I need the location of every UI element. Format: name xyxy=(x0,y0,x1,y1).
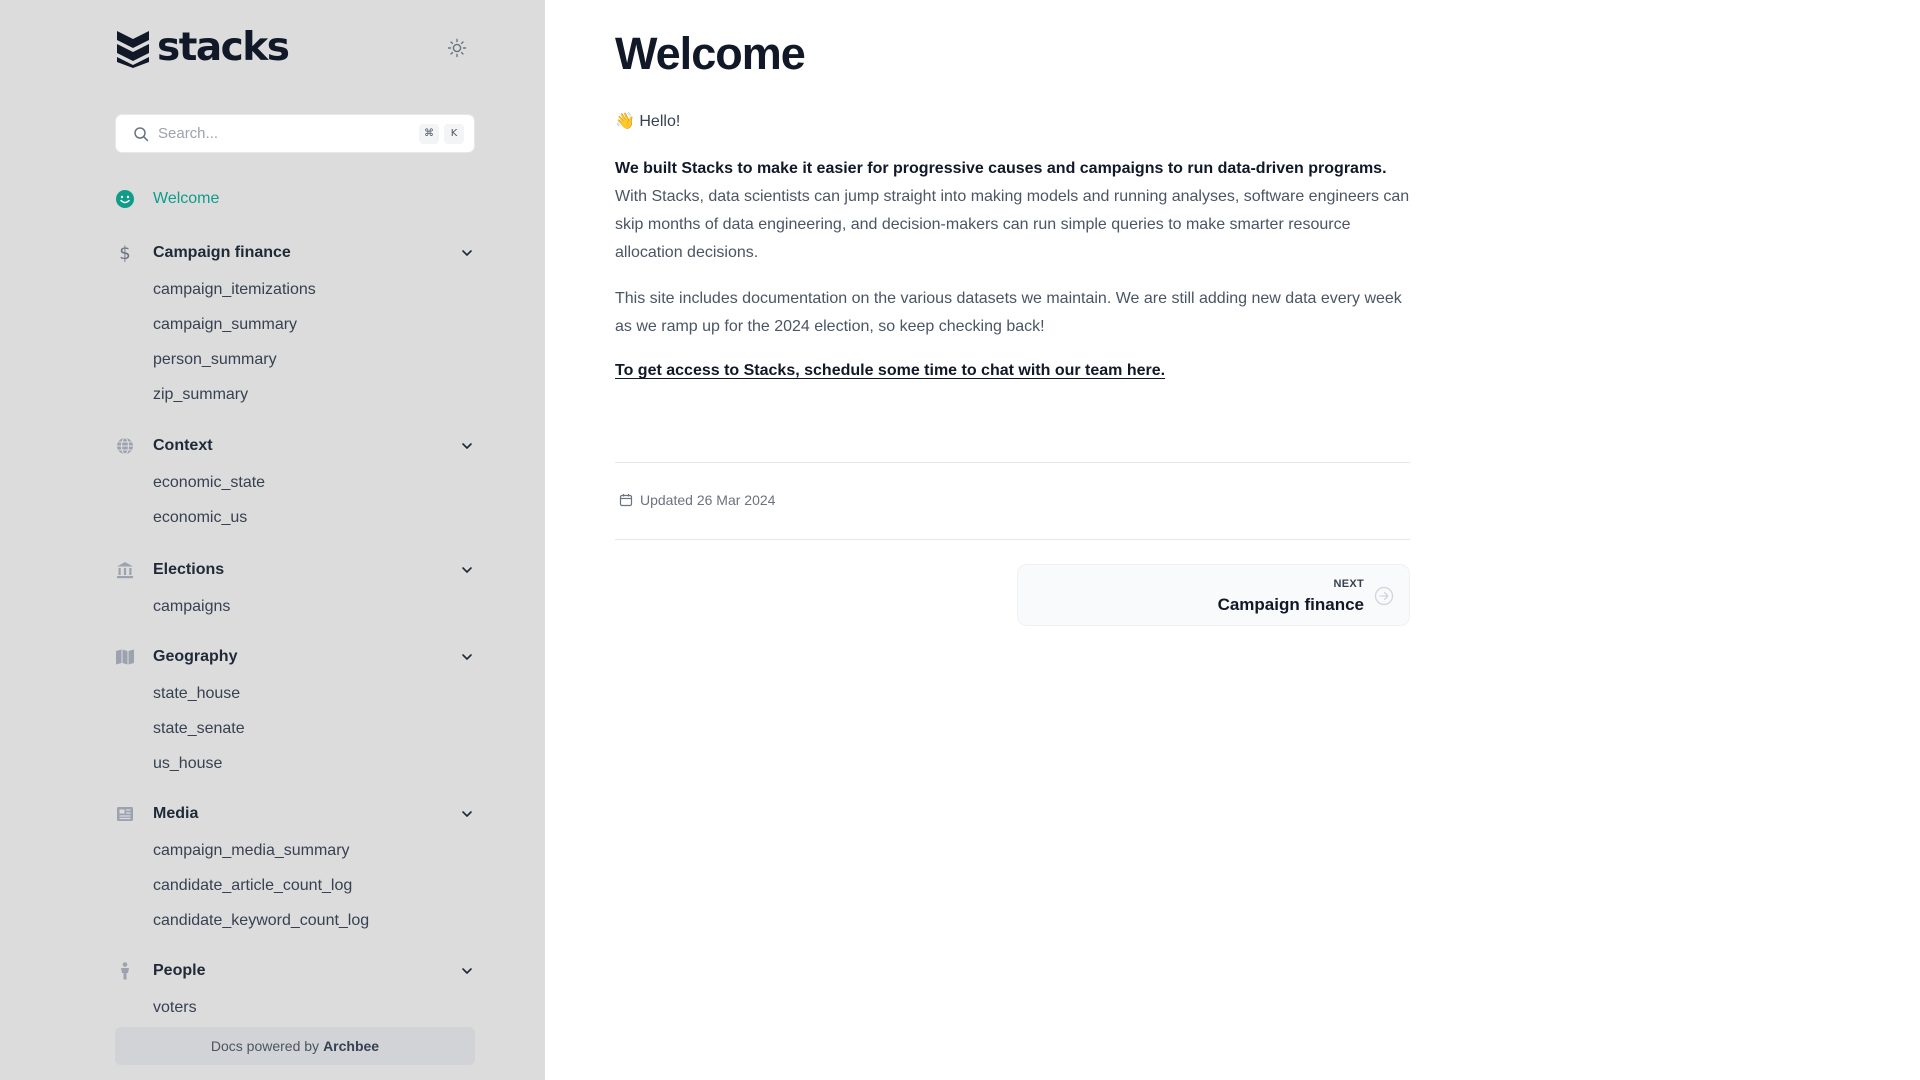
sidebar-section-people: People voters xyxy=(115,958,475,1025)
updated-info: Updated 26 Mar 2024 xyxy=(619,492,775,508)
chevron-down-icon[interactable] xyxy=(459,438,475,454)
sidebar-section-label: Elections xyxy=(153,561,225,578)
sidebar-section-label: Campaign finance xyxy=(153,244,291,261)
sidebar-item-us-house[interactable]: us_house xyxy=(115,746,475,781)
stacks-logo-icon xyxy=(117,31,149,68)
sidebar-section-toggle[interactable]: Elections xyxy=(115,557,475,583)
sidebar-section-campaign-finance: $ Campaign finance campaign_itemizations… xyxy=(115,240,475,412)
smile-icon xyxy=(116,190,134,208)
info-paragraph: This site includes documentation on the … xyxy=(615,290,1402,335)
shortcut-cmd-key: ⌘ xyxy=(419,123,439,144)
chevron-down-icon[interactable] xyxy=(459,245,475,261)
sidebar-item-welcome[interactable]: Welcome xyxy=(115,186,219,212)
arrow-right-circle-icon xyxy=(1374,586,1394,606)
sidebar-item-economic-us[interactable]: economic_us xyxy=(115,500,475,535)
greeting: 👋 Hello! xyxy=(615,111,680,131)
shortcut-k-key: K xyxy=(444,123,464,144)
person-icon xyxy=(115,961,135,981)
sidebar-item-state-senate[interactable]: state_senate xyxy=(115,711,475,746)
intro-text: With Stacks, data scientists can jump st… xyxy=(615,188,1410,261)
search-placeholder: Search... xyxy=(158,125,219,142)
sidebar-section-label: Context xyxy=(153,437,213,454)
sidebar-section-toggle[interactable]: $ Campaign finance xyxy=(115,240,475,266)
next-page-button[interactable]: NEXT Campaign finance xyxy=(1017,564,1410,626)
newspaper-icon xyxy=(115,804,135,824)
intro-paragraph: We built Stacks to make it easier for pr… xyxy=(615,155,1410,267)
chevron-down-icon[interactable] xyxy=(459,562,475,578)
search-input[interactable]: Search... ⌘ K xyxy=(115,114,475,153)
sidebar-section-toggle[interactable]: Context xyxy=(115,433,475,459)
sidebar-section-elections: Elections campaigns xyxy=(115,557,475,624)
footer-brand: Archbee xyxy=(323,1038,380,1054)
sidebar-section-toggle[interactable]: Geography xyxy=(115,644,475,670)
chevron-down-icon[interactable] xyxy=(459,806,475,822)
sidebar-item-campaigns[interactable]: campaigns xyxy=(115,589,475,624)
updated-text: Updated 26 Mar 2024 xyxy=(640,492,776,508)
calendar-icon xyxy=(619,494,633,507)
dollar-icon: $ xyxy=(115,243,135,263)
sidebar-item-campaign-media-summary[interactable]: campaign_media_summary xyxy=(115,833,475,868)
next-page-title: Campaign finance xyxy=(1217,595,1364,614)
sidebar-item-person-summary[interactable]: person_summary xyxy=(115,342,475,377)
chevron-down-icon[interactable] xyxy=(459,963,475,979)
powered-by-footer[interactable]: Docs powered by Archbee xyxy=(115,1027,475,1065)
waving-hand-icon: 👋 xyxy=(615,113,635,130)
bank-icon xyxy=(115,560,135,580)
page-title: Welcome xyxy=(615,28,806,79)
sun-icon[interactable] xyxy=(447,38,467,58)
schedule-chat-link[interactable]: To get access to Stacks, schedule some t… xyxy=(615,362,1165,380)
sidebar-item-campaign-summary[interactable]: campaign_summary xyxy=(115,307,475,342)
sidebar-section-label: Geography xyxy=(153,648,238,665)
globe-icon xyxy=(115,436,135,456)
sidebar-section-label: People xyxy=(153,962,206,979)
divider xyxy=(615,539,1410,540)
sidebar-section-label: Media xyxy=(153,805,199,822)
chevron-down-icon[interactable] xyxy=(459,649,475,665)
sidebar-item-state-house[interactable]: state_house xyxy=(115,676,475,711)
sidebar: stacks Search... ⌘ K Welcome $ Campaign … xyxy=(0,0,545,1080)
sidebar-section-media: Media campaign_media_summary candidate_a… xyxy=(115,801,475,938)
sidebar-item-label: Welcome xyxy=(153,190,220,207)
search-icon xyxy=(134,126,149,141)
sidebar-item-candidate-keyword-count-log[interactable]: candidate_keyword_count_log xyxy=(115,903,475,938)
sidebar-section-toggle[interactable]: Media xyxy=(115,801,475,827)
svg-text:$: $ xyxy=(119,243,130,263)
sidebar-section-context: Context economic_state economic_us xyxy=(115,433,475,535)
sidebar-item-voters[interactable]: voters xyxy=(115,990,475,1025)
logo[interactable]: stacks xyxy=(115,25,290,70)
sidebar-item-zip-summary[interactable]: zip_summary xyxy=(115,377,475,412)
sidebar-section-geography: Geography state_house state_senate us_ho… xyxy=(115,644,475,781)
next-label: NEXT xyxy=(1333,578,1364,590)
sidebar-section-toggle[interactable]: People xyxy=(115,958,475,984)
footer-prefix: Docs powered by xyxy=(210,1038,320,1054)
sidebar-item-campaign-itemizations[interactable]: campaign_itemizations xyxy=(115,272,475,307)
sidebar-item-candidate-article-count-log[interactable]: candidate_article_count_log xyxy=(115,868,475,903)
intro-bold: We built Stacks to make it easier for pr… xyxy=(615,160,1387,177)
divider xyxy=(615,462,1410,463)
sidebar-item-economic-state[interactable]: economic_state xyxy=(115,465,475,500)
logo-text: stacks xyxy=(157,25,290,70)
greeting-text: Hello! xyxy=(639,113,681,130)
map-icon xyxy=(115,647,135,667)
